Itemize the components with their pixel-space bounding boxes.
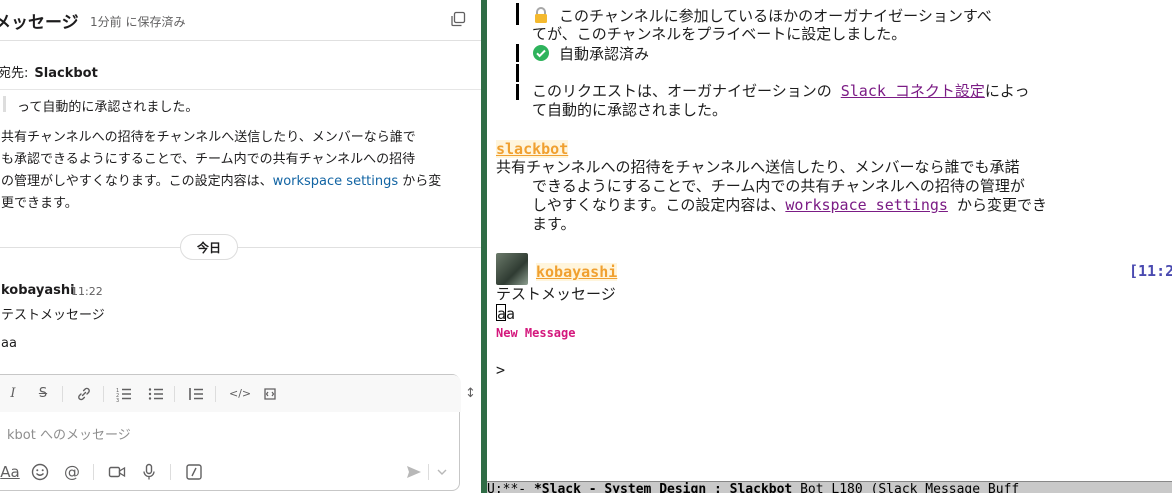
modeline-info: Bot L180 (Slack Message Buff bbox=[792, 482, 1020, 493]
quote-bar bbox=[516, 3, 519, 25]
chevron-down-icon[interactable] bbox=[434, 462, 450, 482]
text: このチャンネルに参加しているほかのオーガナイゼーションすべ bbox=[559, 7, 992, 25]
link-icon[interactable] bbox=[75, 385, 93, 403]
para-text: から変 bbox=[398, 174, 442, 189]
sender-line: kobayashi bbox=[536, 263, 618, 282]
blockquote-icon[interactable] bbox=[187, 385, 205, 403]
new-message-marker: New Message bbox=[496, 326, 576, 340]
bullet-list-icon[interactable] bbox=[147, 385, 165, 403]
bot-message-body: 共有チャンネルへの招待をチャンネルへ送信したり、メンバーなら誰で も承認できるよ… bbox=[1, 127, 461, 215]
composer-separator bbox=[428, 464, 429, 480]
code-icon[interactable]: </> bbox=[229, 385, 251, 403]
quote-text: って自動的に承認されました。 bbox=[17, 100, 199, 115]
mention-icon[interactable]: @ bbox=[62, 462, 82, 482]
slack-connect-settings-link[interactable]: Slack コネクト設定 bbox=[841, 82, 985, 100]
copy-icon[interactable] bbox=[450, 11, 466, 27]
emacs-pane: このチャンネルに参加しているほかのオーガナイゼーションすべ てが、このチャンネル… bbox=[487, 0, 1172, 493]
day-divider[interactable]: 今日 bbox=[180, 234, 238, 260]
slack-pane: メッセージ 1分前 に保存済み 宛先: Slackbot って自動的に承認されまし… bbox=[0, 0, 481, 493]
toolbar-separator bbox=[103, 386, 104, 402]
video-icon[interactable] bbox=[107, 462, 127, 482]
composer-separator bbox=[93, 464, 94, 480]
workspace-settings-link[interactable]: workspace settings bbox=[785, 196, 948, 214]
modeline-buffer: *Slack - System Design : Slackbot bbox=[533, 482, 793, 493]
message-time[interactable]: 11:22 bbox=[71, 285, 103, 298]
send-icon[interactable] bbox=[404, 462, 424, 482]
sender-name[interactable]: slackbot bbox=[496, 140, 569, 158]
text-line: しやすくなります。この設定内容は、workspace settings から変更… bbox=[532, 196, 1047, 215]
day-divider-line bbox=[0, 247, 481, 248]
text: aa bbox=[497, 305, 516, 323]
toolbar-separator bbox=[174, 386, 175, 402]
message-author[interactable]: kobayashi bbox=[1, 283, 75, 298]
text-line: ます。 bbox=[532, 215, 576, 233]
emoji-icon[interactable] bbox=[30, 462, 50, 482]
modeline-state: U:**- bbox=[487, 482, 534, 493]
microphone-icon[interactable] bbox=[139, 462, 159, 482]
italic-icon[interactable]: I bbox=[4, 385, 22, 403]
workspace-settings-link[interactable]: workspace settings bbox=[273, 174, 399, 189]
mode-line: U:**- *Slack - System Design : Slackbot … bbox=[487, 481, 1172, 493]
check-circle-icon bbox=[533, 45, 549, 61]
ordered-list-icon[interactable]: 1 2 3 bbox=[115, 385, 133, 403]
composer-placeholder: kbot へのメッセージ bbox=[7, 428, 131, 443]
para-line: も承認できるようにすることで、チーム内での共有チャンネルへの招待 bbox=[1, 152, 416, 167]
message-text: aa bbox=[1, 336, 17, 351]
text-line: aa bbox=[496, 304, 515, 324]
text: から変更でき bbox=[947, 196, 1047, 214]
text-line: このリクエストは、オーガナイゼーションの Slack コネクト設定によっ bbox=[532, 82, 1029, 101]
format-toolbar: I S 1 2 3 </> bbox=[0, 375, 461, 412]
lock-icon bbox=[535, 7, 547, 23]
resize-handle-icon[interactable]: ↕ bbox=[465, 386, 476, 401]
para-text: の管理がしやすくなります。この設定内容は、 bbox=[1, 174, 273, 189]
recipient-row: 宛先: Slackbot bbox=[0, 62, 98, 81]
svg-text:3: 3 bbox=[116, 398, 119, 403]
recipient-divider bbox=[0, 89, 481, 90]
para-line: 更できます。 bbox=[1, 196, 78, 211]
dm-header: メッセージ 1分前 に保存済み bbox=[0, 0, 481, 40]
code-block-icon[interactable] bbox=[261, 385, 279, 403]
text-line: できるようにすることで、チーム内での共有チャンネルへの招待の管理が bbox=[532, 177, 1025, 195]
toolbar-separator bbox=[215, 386, 216, 402]
text-line: 共有チャンネルへの招待をチャンネルへ送信したり、メンバーなら誰でも承諾 bbox=[496, 158, 1020, 176]
text-line: テストメッセージ bbox=[496, 285, 616, 303]
text-line: このチャンネルに参加しているほかのオーガナイゼーションすべ bbox=[532, 6, 992, 26]
format-toggle-button[interactable]: Aa bbox=[0, 462, 20, 482]
recipient-name[interactable]: Slackbot bbox=[34, 66, 97, 81]
shortcuts-icon[interactable] bbox=[184, 462, 204, 482]
text: しやすくなります。この設定内容は、 bbox=[532, 196, 786, 214]
saved-status: 1分前 に保存済み bbox=[90, 15, 186, 29]
toolbar-separator bbox=[62, 386, 63, 402]
message-timestamp: [11:2 bbox=[1129, 262, 1172, 280]
recipient-label: 宛先: bbox=[0, 66, 29, 81]
input-prompt[interactable]: > bbox=[496, 361, 505, 380]
text: 自動承認済み bbox=[559, 45, 650, 63]
text-line: てが、このチャンネルをプライベートに設定しました。 bbox=[532, 25, 907, 43]
avatar[interactable] bbox=[496, 253, 528, 285]
quote-bar bbox=[3, 96, 6, 112]
quote-bar bbox=[516, 44, 519, 62]
sender-name[interactable]: kobayashi bbox=[536, 263, 618, 281]
text-line: 自動承認済み bbox=[532, 44, 649, 64]
text: によっ bbox=[984, 82, 1030, 100]
sender-line: slackbot bbox=[496, 140, 569, 159]
strikethrough-icon[interactable]: S bbox=[34, 385, 52, 403]
text: このリクエストは、オーガナイゼーションの bbox=[532, 82, 841, 100]
para-line: の管理がしやすくなります。この設定内容は、workspace settings … bbox=[1, 171, 461, 193]
page-title: メッセージ bbox=[0, 13, 79, 33]
message-text: テストメッセージ bbox=[1, 308, 105, 323]
text-line: て自動的に承認されました。 bbox=[532, 101, 728, 119]
para-line: 共有チャンネルへの招待をチャンネルへ送信したり、メンバーなら誰で bbox=[1, 130, 416, 145]
quote-bar bbox=[516, 84, 519, 100]
header-divider bbox=[0, 40, 481, 41]
quote-bar bbox=[516, 64, 519, 82]
composer-separator bbox=[170, 464, 171, 480]
